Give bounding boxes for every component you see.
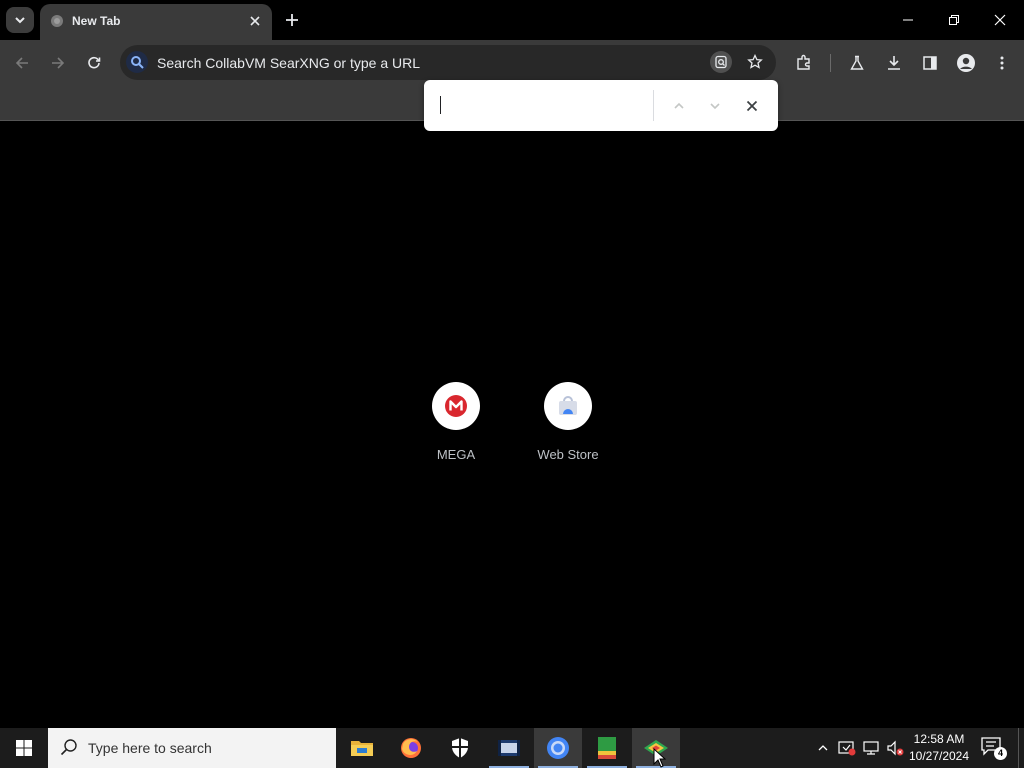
web-store-icon (544, 382, 592, 430)
text-caret (440, 96, 441, 114)
browser-titlebar: New Tab (0, 0, 1024, 40)
find-separator (653, 90, 654, 121)
forward-arrow-icon[interactable] (47, 52, 69, 74)
chrome-icon[interactable] (534, 728, 582, 768)
address-bar-placeholder: Search CollabVM SearXNG or type a URL (157, 55, 420, 71)
show-desktop-button[interactable] (1018, 728, 1024, 768)
volume-muted-icon[interactable] (885, 738, 905, 758)
security-shield-icon[interactable] (436, 728, 484, 768)
taskbar-search-placeholder: Type here to search (88, 740, 212, 756)
clock-date: 10/27/2024 (908, 749, 970, 763)
find-input[interactable] (438, 93, 652, 119)
download-icon[interactable] (883, 52, 905, 74)
globe-icon (50, 14, 64, 28)
mega-icon (432, 382, 480, 430)
notebook-app-icon[interactable] (583, 728, 631, 768)
find-close-icon[interactable] (741, 95, 763, 117)
clock-time: 12:58 AM (913, 732, 965, 746)
toolbar-separator (830, 54, 831, 72)
bookmark-star-icon[interactable] (744, 51, 766, 73)
taskbar-search-box[interactable]: Type here to search (48, 728, 336, 768)
reload-icon[interactable] (83, 52, 105, 74)
shortcut-mega[interactable]: MEGA (416, 380, 496, 470)
shortcut-label: Web Store (537, 447, 599, 462)
tab-search-button[interactable] (6, 7, 34, 33)
search-icon (60, 738, 78, 756)
minimize-icon[interactable] (898, 10, 918, 30)
back-arrow-icon[interactable] (11, 52, 33, 74)
new-tab-plus-icon[interactable] (282, 10, 302, 30)
lens-search-icon[interactable] (710, 51, 732, 73)
search-engine-icon (126, 51, 148, 73)
find-next-chevron-down-icon[interactable] (704, 95, 726, 117)
mouse-pointer-icon (653, 748, 667, 768)
taskbar-clock[interactable]: 12:58 AM 10/27/2024 (906, 731, 972, 765)
find-in-page-bar (424, 80, 778, 131)
side-panel-icon[interactable] (919, 52, 941, 74)
video-app-icon[interactable] (485, 728, 533, 768)
windows-taskbar: Type here to search 12:58 AM 10/27/2024 (0, 728, 1024, 768)
action-center-icon[interactable]: 4 (980, 736, 1007, 760)
start-windows-icon[interactable] (0, 728, 48, 768)
labs-flask-icon[interactable] (846, 52, 868, 74)
chevron-up-icon[interactable] (813, 738, 833, 758)
tab-title: New Tab (72, 14, 121, 28)
find-previous-chevron-up-icon[interactable] (668, 95, 690, 117)
shortcut-label: MEGA (436, 447, 476, 462)
tab-new-tab[interactable]: New Tab (40, 4, 272, 40)
profile-avatar-icon[interactable] (955, 52, 977, 74)
security-alert-icon[interactable] (837, 738, 857, 758)
more-menu-icon[interactable] (991, 52, 1013, 74)
notification-count-badge: 4 (994, 747, 1007, 760)
firefox-icon[interactable] (387, 728, 435, 768)
tab-close-icon[interactable] (246, 12, 264, 30)
chevron-down-icon (15, 17, 25, 24)
restore-icon[interactable] (944, 10, 964, 30)
file-explorer-icon[interactable] (338, 728, 386, 768)
extensions-icon[interactable] (793, 52, 815, 74)
address-bar[interactable]: Search CollabVM SearXNG or type a URL (120, 45, 776, 80)
network-icon[interactable] (861, 738, 881, 758)
shortcut-web-store[interactable]: Web Store (528, 380, 608, 470)
close-window-icon[interactable] (990, 10, 1010, 30)
